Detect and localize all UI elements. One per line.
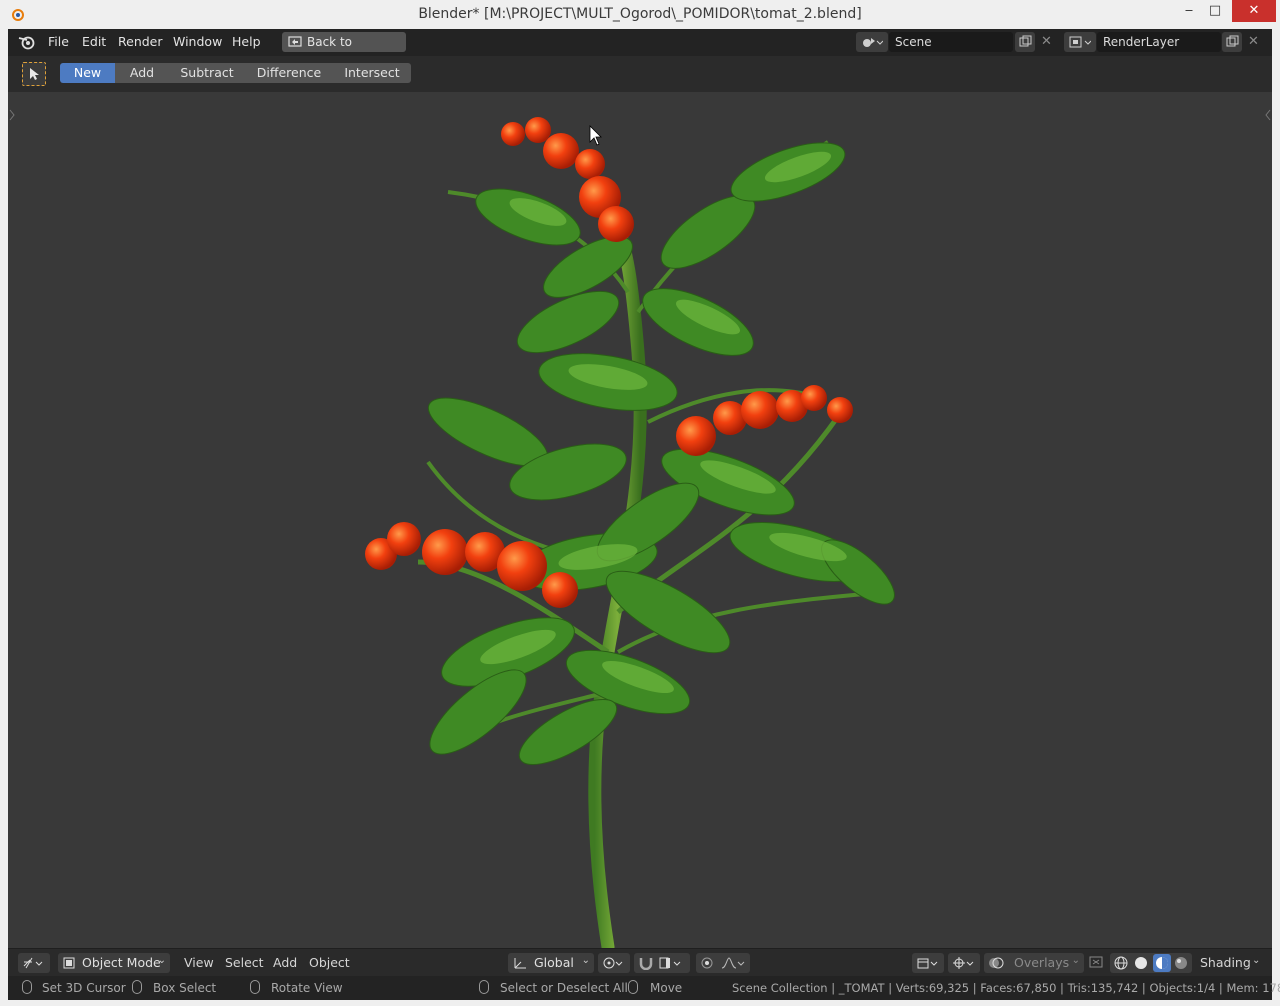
proportional-edit-icon[interactable] [700, 956, 714, 973]
window-titlebar: Blender* [M:\PROJECT\MULT_Ogorod\_POMIDO… [0, 0, 1280, 30]
snapping-group[interactable] [634, 953, 690, 973]
chevron-down-icon: ⌄ [1071, 955, 1080, 966]
mouse-cursor-icon [589, 125, 602, 146]
overlays-label: Overlays [1014, 955, 1070, 970]
scene-new-button[interactable] [1015, 32, 1035, 52]
duplicate-icon [1019, 35, 1032, 51]
menu-select[interactable]: Select [225, 955, 264, 970]
mode-subtract-button[interactable]: Subtract [169, 63, 246, 83]
back-screen-icon [288, 35, 302, 55]
menu-add[interactable]: Add [273, 955, 297, 970]
right-panel-toggle-icon[interactable] [1265, 109, 1271, 121]
transform-orientation-dropdown[interactable]: Global ⌄ [508, 953, 594, 973]
menu-help[interactable]: Help [232, 34, 261, 49]
renderlayer-icon [1069, 35, 1092, 52]
menu-edit[interactable]: Edit [82, 34, 106, 49]
editor-type-button[interactable] [18, 953, 50, 973]
close-button[interactable]: ✕ [1232, 0, 1276, 22]
status-box-select: Box Select [153, 981, 217, 995]
gizmo-dropdown[interactable] [948, 953, 980, 973]
blender-logo-icon[interactable] [18, 34, 36, 53]
gizmo-icon [952, 956, 976, 973]
status-set-3d-cursor: Set 3D Cursor [42, 981, 126, 995]
pivot-icon [602, 956, 626, 973]
chevron-down-icon[interactable]: ⌄ [1252, 955, 1260, 966]
viewport-header: Object Mode ⌄ View Select Add Object Glo… [8, 948, 1272, 977]
rendered-shading-icon[interactable] [1174, 956, 1188, 973]
left-panel-toggle-icon[interactable] [9, 109, 15, 121]
shading-modes-group[interactable] [1110, 953, 1192, 973]
axis-grid-icon [22, 956, 46, 973]
pivot-point-dropdown[interactable] [598, 953, 630, 973]
scene-icon [861, 35, 884, 52]
xray-toggle-icon[interactable] [1088, 955, 1104, 972]
window-frame-left [0, 29, 8, 1000]
tomato-plant-render [9, 109, 1271, 948]
proportional-editing-group[interactable] [696, 953, 750, 973]
window-frame-right [1272, 29, 1280, 1000]
object-mode-label: Object Mode [82, 955, 161, 970]
menu-render[interactable]: Render [118, 34, 163, 49]
renderlayer-browse-button[interactable] [1064, 32, 1096, 52]
select-box-tool-button[interactable] [22, 62, 46, 86]
renderlayer-delete-icon[interactable]: ✕ [1248, 34, 1259, 49]
visibility-box-icon [916, 956, 940, 973]
scene-browse-button[interactable] [856, 32, 888, 52]
tool-settings-bar: New Add Subtract Difference Intersect [8, 56, 1272, 93]
menu-object[interactable]: Object [309, 955, 350, 970]
maximize-button[interactable]: □ [1198, 0, 1232, 22]
status-rotate-view: Rotate View [271, 981, 343, 995]
mouse-drag-icon [628, 980, 638, 994]
duplicate-icon [1226, 35, 1239, 51]
menu-file[interactable]: File [48, 34, 69, 49]
status-bar: Set 3D Cursor Box Select Rotate View Sel… [8, 976, 1280, 1000]
mode-new-button[interactable]: New [60, 63, 116, 83]
renderlayer-new-button[interactable] [1222, 32, 1242, 52]
mouse-middle-icon [250, 980, 260, 994]
chevron-down-icon: ⌄ [581, 955, 590, 966]
menu-view[interactable]: View [184, 955, 214, 970]
orientation-axes-icon [512, 956, 528, 973]
mouse-drag-icon [132, 980, 142, 994]
menu-window[interactable]: Window [173, 34, 222, 49]
falloff-curve-icon[interactable] [720, 956, 748, 973]
object-mode-icon [62, 956, 76, 973]
snap-target-icon[interactable] [658, 956, 688, 973]
object-mode-dropdown[interactable]: Object Mode ⌄ [58, 953, 170, 973]
status-select-deselect: Select or Deselect All [500, 981, 628, 995]
mode-intersect-button[interactable]: Intersect [333, 63, 411, 83]
mouse-left-icon [22, 980, 32, 994]
magnet-icon[interactable] [638, 956, 654, 973]
solid-shading-icon[interactable] [1134, 956, 1148, 973]
overlays-icon [988, 956, 1004, 973]
overlays-dropdown[interactable]: Overlays ⌄ [984, 953, 1084, 973]
mode-add-button[interactable]: Add [115, 63, 170, 83]
chevron-down-icon: ⌄ [157, 955, 166, 966]
mouse-left-icon [479, 980, 489, 994]
shading-popover[interactable]: Shading [1200, 955, 1251, 970]
scene-delete-icon[interactable]: ✕ [1041, 34, 1052, 49]
wireframe-shading-icon[interactable] [1114, 956, 1128, 973]
status-move: Move [650, 981, 683, 995]
3d-viewport[interactable] [8, 92, 1272, 948]
cursor-arrow-icon [29, 67, 41, 84]
scene-name-field[interactable]: Scene [889, 32, 1013, 52]
material-shading-icon[interactable] [1153, 954, 1171, 972]
window-title: Blender* [M:\PROJECT\MULT_Ogorod\_POMIDO… [418, 6, 862, 22]
object-types-visibility-dropdown[interactable] [912, 953, 944, 973]
window-frame-bottom [0, 1000, 1280, 1006]
renderlayer-name-field[interactable]: RenderLayer [1097, 32, 1221, 52]
orientation-label: Global [534, 955, 574, 970]
mode-difference-button[interactable]: Difference [245, 63, 334, 83]
back-to-previous-button[interactable]: Back to Previous [282, 32, 406, 69]
scene-statistics: Scene Collection | _TOMAT | Verts:69,325… [732, 981, 1280, 995]
top-menubar: File Edit Render Window Help Back to Pre… [8, 29, 1272, 69]
